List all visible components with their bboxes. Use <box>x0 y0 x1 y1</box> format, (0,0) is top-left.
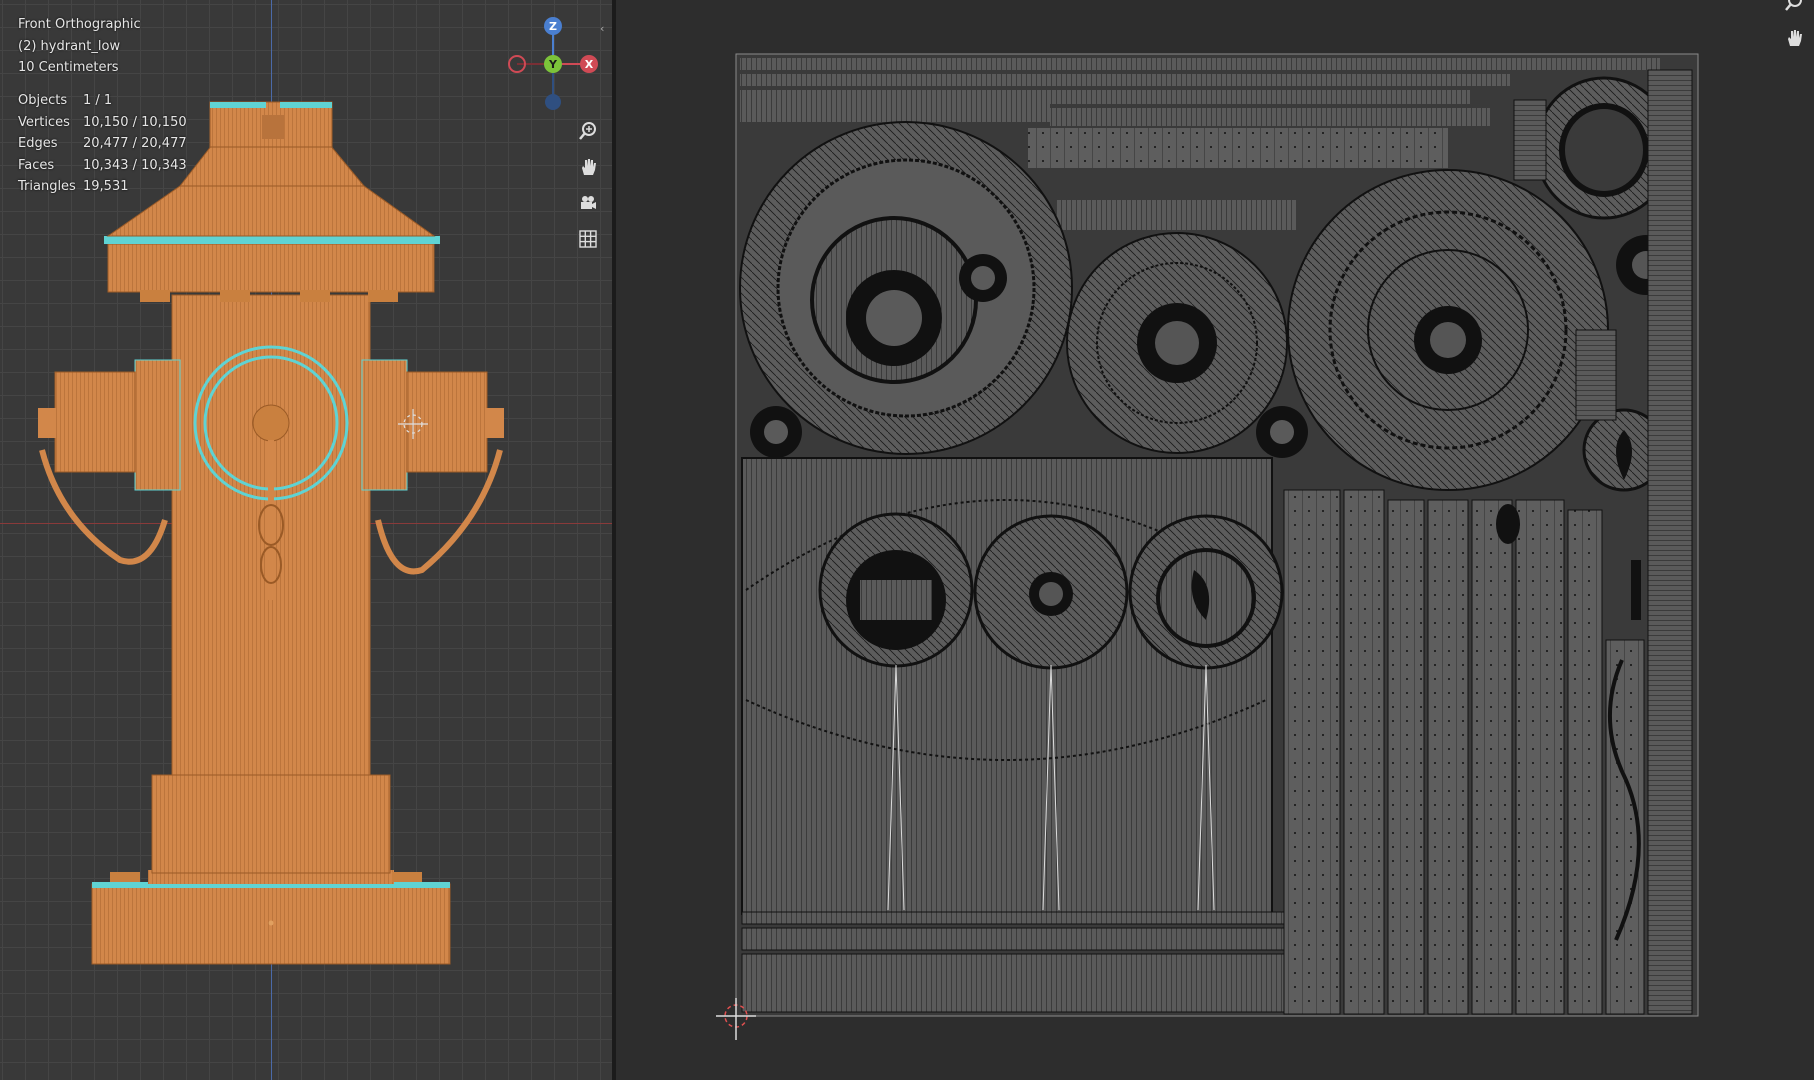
gizmo-x-label: X <box>585 58 594 71</box>
stat-label: Objects <box>18 93 68 108</box>
gizmo-neg-z-axis[interactable] <box>545 94 561 110</box>
stat-value: 20,477 / 20,477 <box>83 136 187 151</box>
stat-row-faces: Faces 10,343 / 10,343 <box>18 155 187 177</box>
gizmo-z-label: Z <box>549 20 557 33</box>
pan-hand-icon[interactable] <box>1780 24 1808 52</box>
stat-label: Vertices <box>18 114 70 130</box>
statistics-overlay: Objects 1 / 1 Vertices 10,150 / 10,150 E… <box>18 90 187 198</box>
stat-label: Faces <box>18 157 55 173</box>
stat-label: Triangles <box>18 179 76 194</box>
gizmo-y-label: Y <box>548 58 558 71</box>
zoom-icon[interactable] <box>574 117 602 145</box>
3d-viewport[interactable]: Front Orthographic (2) hydrant_low 10 Ce… <box>0 0 612 1080</box>
stat-row-objects: Objects 1 / 1 <box>18 90 187 112</box>
zoom-icon[interactable] <box>1780 0 1808 16</box>
viewport-info: Front Orthographic (2) hydrant_low 10 Ce… <box>18 14 141 79</box>
viewport-navigation-tools <box>574 117 602 261</box>
stat-label: Edges <box>18 136 58 151</box>
stat-value: 1 / 1 <box>83 93 113 108</box>
pan-hand-icon[interactable] <box>574 153 602 181</box>
uv-editor[interactable] <box>616 0 1814 1080</box>
stat-row-vertices: Vertices 10,150 / 10,150 <box>18 112 187 134</box>
object-name: (2) hydrant_low <box>18 38 121 54</box>
uv-layout[interactable] <box>616 0 1814 1080</box>
uv-navigation-tools <box>1780 0 1808 60</box>
grid-icon[interactable] <box>574 225 602 253</box>
navigation-gizmo[interactable]: Z X Y <box>505 14 605 114</box>
stat-value: 10,150 / 10,150 <box>83 114 187 130</box>
stat-value: 10,343 / 10,343 <box>83 157 187 173</box>
stat-row-triangles: Triangles 19,531 <box>18 176 187 198</box>
stat-value: 19,531 <box>83 179 129 194</box>
view-name: Front Orthographic <box>18 17 141 32</box>
stat-row-edges: Edges 20,477 / 20,477 <box>18 133 187 155</box>
grid-scale: 10 Centimeters <box>18 60 119 75</box>
camera-icon[interactable] <box>574 189 602 217</box>
